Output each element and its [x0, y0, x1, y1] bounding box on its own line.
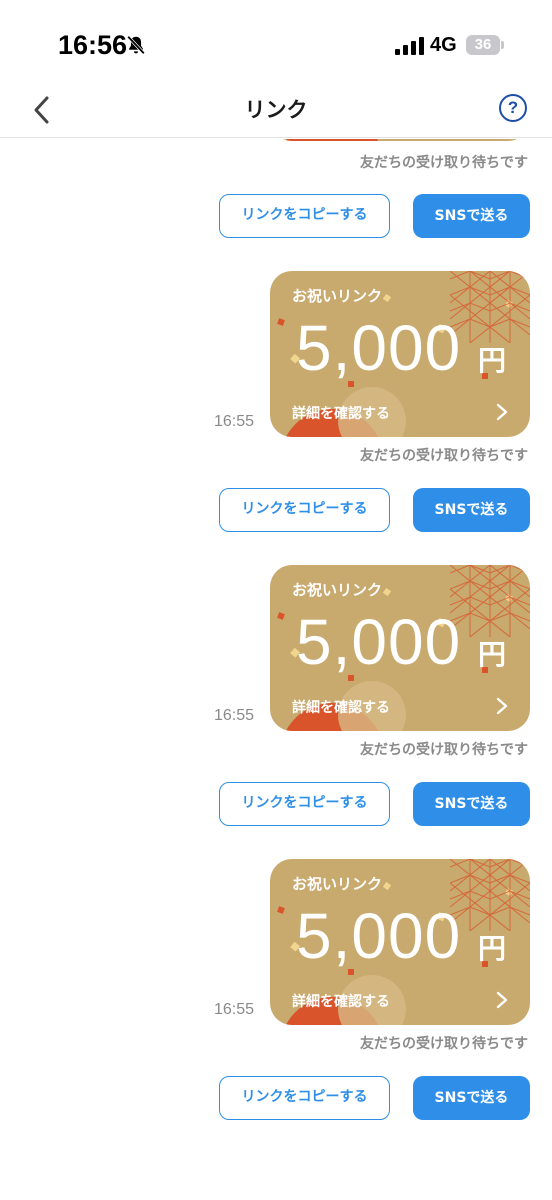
gift-amount: 5,000 [296, 900, 462, 972]
status-bar: 16:56 4G 36 [0, 0, 552, 84]
signal-icon [395, 37, 424, 55]
card-decoration [285, 139, 379, 141]
copy-link-button[interactable]: リンクをコピーする [219, 782, 390, 826]
copy-link-button[interactable]: リンクをコピーする [219, 1076, 390, 1120]
bell-muted-icon [127, 35, 145, 55]
asanoha-pattern-icon [450, 271, 530, 343]
gift-card[interactable]: お祝いリンク 5,000 円 詳細を確認する [270, 565, 530, 731]
send-sns-button[interactable]: SNSで送る [413, 194, 530, 238]
link-list[interactable]: 友だちの受け取り待ちです リンクをコピーする SNSで送る お祝いリンク 5,0… [0, 139, 552, 1200]
status-text: 友だちの受け取り待ちです [360, 1036, 528, 1052]
detail-link[interactable]: 詳細を確認する [292, 403, 390, 423]
status-text: 友だちの受け取り待ちです [360, 742, 528, 758]
detail-link[interactable]: 詳細を確認する [292, 697, 390, 717]
asanoha-pattern-icon [450, 859, 530, 931]
sent-time: 16:55 [214, 1001, 255, 1018]
card-title: お祝いリンク [292, 287, 383, 305]
currency-unit: 円 [478, 344, 507, 377]
gift-card-partial[interactable] [270, 139, 530, 141]
nav-bar: リンク ? [0, 84, 552, 138]
status-text: 友だちの受け取り待ちです [360, 155, 528, 171]
currency-unit: 円 [478, 932, 507, 965]
gift-amount: 5,000 [296, 312, 462, 384]
send-sns-button[interactable]: SNSで送る [413, 1076, 530, 1120]
asanoha-pattern-icon [450, 565, 530, 637]
battery-icon: 36 [466, 35, 500, 55]
chevron-right-icon [496, 403, 508, 421]
network-type: 4G [430, 34, 457, 56]
card-title: お祝いリンク [292, 581, 383, 599]
page-title: リンク [244, 98, 308, 122]
currency-unit: 円 [478, 638, 507, 671]
gift-card[interactable]: お祝いリンク 5,000 円 詳細を確認する [270, 271, 530, 437]
sent-time: 16:55 [214, 707, 255, 724]
battery-cap [501, 41, 504, 49]
gift-card[interactable]: お祝いリンク 5,000 円 詳細を確認する [270, 859, 530, 1025]
sent-time: 16:55 [214, 413, 255, 430]
gift-amount: 5,000 [296, 606, 462, 678]
chevron-right-icon [496, 697, 508, 715]
card-title: お祝いリンク [292, 875, 383, 893]
send-sns-button[interactable]: SNSで送る [413, 782, 530, 826]
chevron-right-icon [496, 991, 508, 1009]
screen: 16:56 4G 36 リンク ? 友だちの受け取り待ちです リンクをコピーする… [0, 0, 552, 1200]
status-text: 友だちの受け取り待ちです [360, 448, 528, 464]
send-sns-button[interactable]: SNSで送る [413, 488, 530, 532]
copy-link-button[interactable]: リンクをコピーする [219, 194, 390, 238]
detail-link[interactable]: 詳細を確認する [292, 991, 390, 1011]
copy-link-button[interactable]: リンクをコピーする [219, 488, 390, 532]
help-icon[interactable]: ? [499, 94, 527, 122]
status-time: 16:56 [58, 30, 128, 60]
